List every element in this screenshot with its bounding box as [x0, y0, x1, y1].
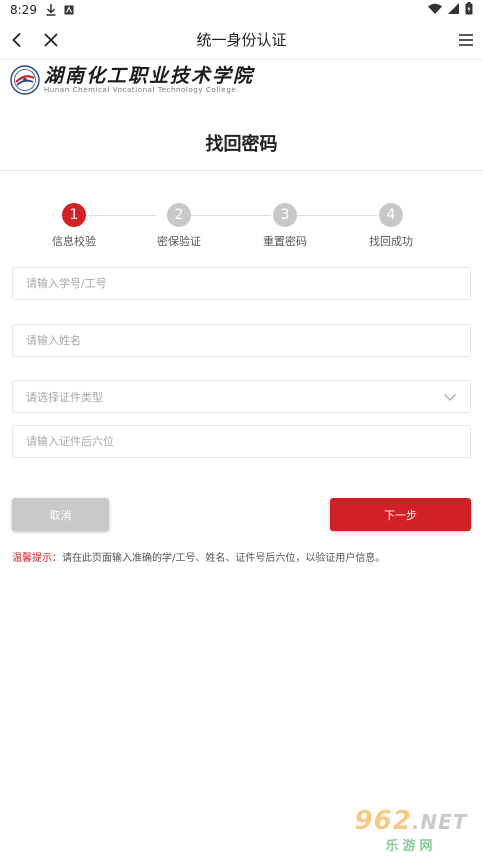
- watermark-suffix: .NET: [411, 810, 468, 834]
- college-name-en: Hunan Chemical Vocational Technology Col…: [44, 85, 237, 94]
- step-label: 信息校验: [52, 235, 96, 248]
- signal-icon: [448, 3, 459, 17]
- id-last6-field: [12, 425, 471, 458]
- battery-icon: [465, 2, 473, 18]
- chevron-left-icon: [12, 32, 21, 47]
- back-button[interactable]: [0, 20, 34, 60]
- close-button[interactable]: [34, 20, 68, 60]
- step-number: 4: [379, 203, 403, 227]
- close-icon: [44, 32, 58, 47]
- nav-bar: 统一身份认证: [0, 20, 483, 60]
- site-watermark: 962.NET 乐游网: [345, 808, 477, 854]
- step-number: 1: [62, 203, 86, 227]
- app-notification-icon: [63, 4, 75, 16]
- step-2: 2 密保验证: [139, 203, 219, 249]
- status-time: 8:29: [10, 3, 37, 17]
- step-label: 密保验证: [157, 235, 201, 248]
- id-type-placeholder: 请选择证件类型: [26, 390, 103, 404]
- student-id-field: [12, 267, 471, 300]
- name-field: [12, 324, 471, 357]
- tip-label: 温馨提示：: [12, 553, 62, 564]
- wifi-icon: [428, 3, 442, 17]
- step-number: 3: [273, 203, 297, 227]
- step-3: 3 重置密码: [245, 203, 325, 249]
- college-logo: 湖南化工职业技术学院 Hunan Chemical Vocational Tec…: [10, 64, 254, 96]
- next-step-button[interactable]: 下一步: [330, 498, 471, 531]
- status-bar: 8:29: [0, 0, 483, 20]
- watermark-logo: 962.NET: [355, 808, 468, 835]
- watermark-text: 乐游网: [385, 839, 437, 854]
- chevron-down-icon: [444, 393, 456, 401]
- college-emblem-icon: [10, 65, 40, 95]
- cancel-button[interactable]: 取消: [12, 498, 109, 531]
- watermark-number: 962: [354, 806, 412, 836]
- step-4: 4 找回成功: [351, 203, 431, 249]
- student-id-input[interactable]: [26, 277, 457, 290]
- hamburger-menu-icon: [459, 34, 473, 46]
- progress-steps: 1 信息校验 2 密保验证 3 重置密码 4 找回成功: [0, 203, 483, 253]
- tip-text: 请在此页面输入准确的学/工号、姓名、证件号后六位，以验证用户信息。: [62, 553, 386, 564]
- step-label: 找回成功: [369, 235, 413, 248]
- step-number: 2: [167, 203, 191, 227]
- id-last6-input[interactable]: [26, 435, 457, 448]
- menu-button[interactable]: [459, 20, 473, 60]
- page-title: 找回密码: [205, 134, 278, 155]
- step-label: 重置密码: [263, 235, 307, 248]
- name-input[interactable]: [26, 334, 457, 347]
- nav-title: 统一身份认证: [196, 31, 287, 49]
- step-1: 1 信息校验: [34, 203, 114, 249]
- college-name-cn: 湖南化工职业技术学院: [44, 64, 255, 87]
- tip-message: 温馨提示：请在此页面输入准确的学/工号、姓名、证件号后六位，以验证用户信息。: [12, 549, 385, 564]
- download-icon: [45, 4, 57, 16]
- id-type-select[interactable]: 请选择证件类型: [12, 380, 471, 413]
- divider: [0, 170, 483, 171]
